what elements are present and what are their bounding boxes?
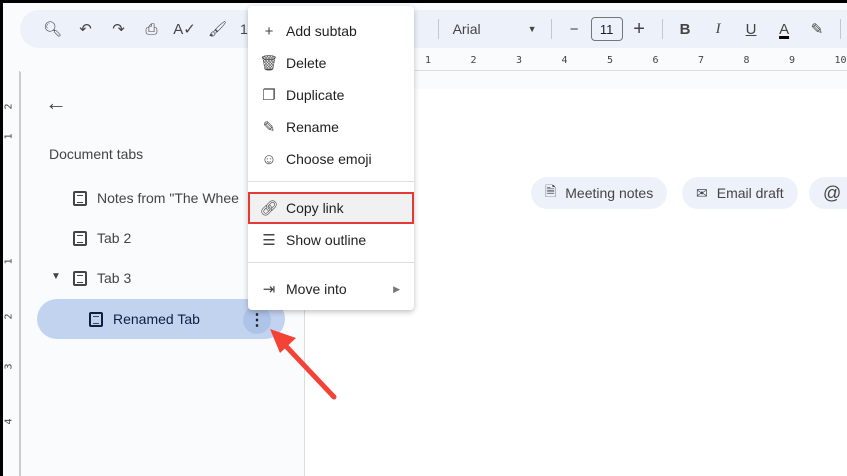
annotation-arrow bbox=[270, 329, 337, 400]
